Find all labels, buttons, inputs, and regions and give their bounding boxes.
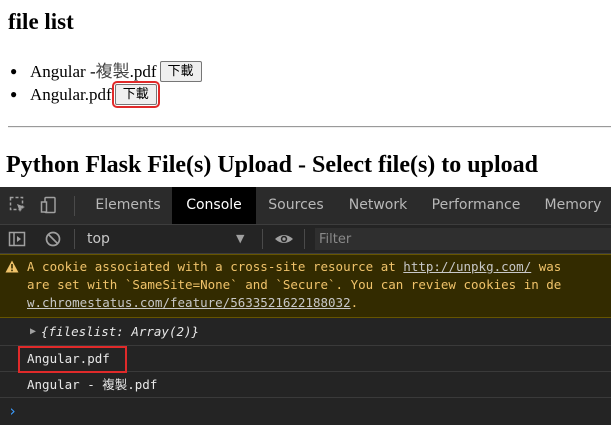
warning-icon [5,260,19,273]
divider [74,196,75,216]
file-item-copy: ● Angular - 複製 .pdf 下載 [10,60,202,83]
tab-memory[interactable]: Memory [532,187,611,224]
chevron-down-icon[interactable]: ▼ [236,225,244,253]
file-name-ext: .pdf [129,62,157,81]
bullet: ● [10,87,18,101]
page-title: file list [8,9,74,34]
warning-line-2: are set with `SameSite=None` and `Secure… [27,277,562,292]
web-page: file list ● Angular - 複製 .pdf 下載 ● Angul… [0,0,611,188]
warning-text-end: . [350,295,359,310]
devtools-panel: Elements Console Sources Network Perform… [0,187,611,425]
download-button[interactable]: 下載 [159,61,202,82]
console-object-message[interactable]: ▶ {fileslist: Array(2)} [0,318,611,346]
warning-line-3: w.chromestatus.com/feature/5633521622188… [27,294,358,312]
tab-elements[interactable]: Elements [84,187,172,224]
horizontal-rule [8,126,611,128]
inspect-icon[interactable] [9,196,27,214]
device-toggle-icon[interactable] [40,196,58,214]
filter-input[interactable] [315,228,611,250]
divider [262,229,263,249]
context-select[interactable]: top [87,225,110,253]
tab-network[interactable]: Network [336,187,420,224]
clear-console-icon[interactable] [44,230,62,248]
warning-link-chromestatus[interactable]: w.chromestatus.com/feature/5633521622188… [27,295,351,310]
file-list: ● Angular - 複製 .pdf 下載 ● Angular.pdf 下載 [10,60,202,108]
eye-icon[interactable] [274,230,293,248]
divider [74,229,75,249]
devtools-tab-bar: Elements Console Sources Network Perform… [0,187,611,225]
warning-text: A cookie associated with a cross-site re… [27,259,404,274]
log-text: Angular - 複製.pdf [27,377,158,392]
bullet: ● [10,64,18,78]
console-warning: A cookie associated with a cross-site re… [0,254,611,318]
warning-line-1: A cookie associated with a cross-site re… [27,258,561,276]
console-toolbar: top ▼ [0,225,611,254]
file-name: Angular.pdf [30,85,112,104]
prompt-chevron-icon: › [8,402,18,420]
divider [304,229,305,249]
console-log-row: Angular.pdf [0,346,611,373]
file-name-cjk: 複製 [95,62,130,81]
file-name-latin: Angular - [30,62,96,81]
download-button-highlighted[interactable]: 下載 [111,81,160,108]
sidebar-icon[interactable] [8,230,26,248]
log-text: Angular.pdf [27,351,110,366]
warning-link-unpkg[interactable]: http://unpkg.com/ [403,259,531,274]
upload-heading: Python Flask File(s) Upload - Select fil… [6,152,538,178]
object-key: fileslist [48,324,117,339]
warning-text-tail: was [531,259,562,274]
tab-performance[interactable]: Performance [420,187,532,224]
object-preview: {fileslist: Array(2)} [41,324,200,339]
console-prompt[interactable]: › [0,398,611,425]
tab-console[interactable]: Console [172,187,256,224]
tab-sources[interactable]: Sources [256,187,336,224]
console-log-row: Angular - 複製.pdf [0,372,611,398]
object-value: Array(2) [131,324,192,339]
expand-caret-icon[interactable]: ▶ [30,318,36,345]
file-item-angular: ● Angular.pdf 下載 [10,81,202,108]
